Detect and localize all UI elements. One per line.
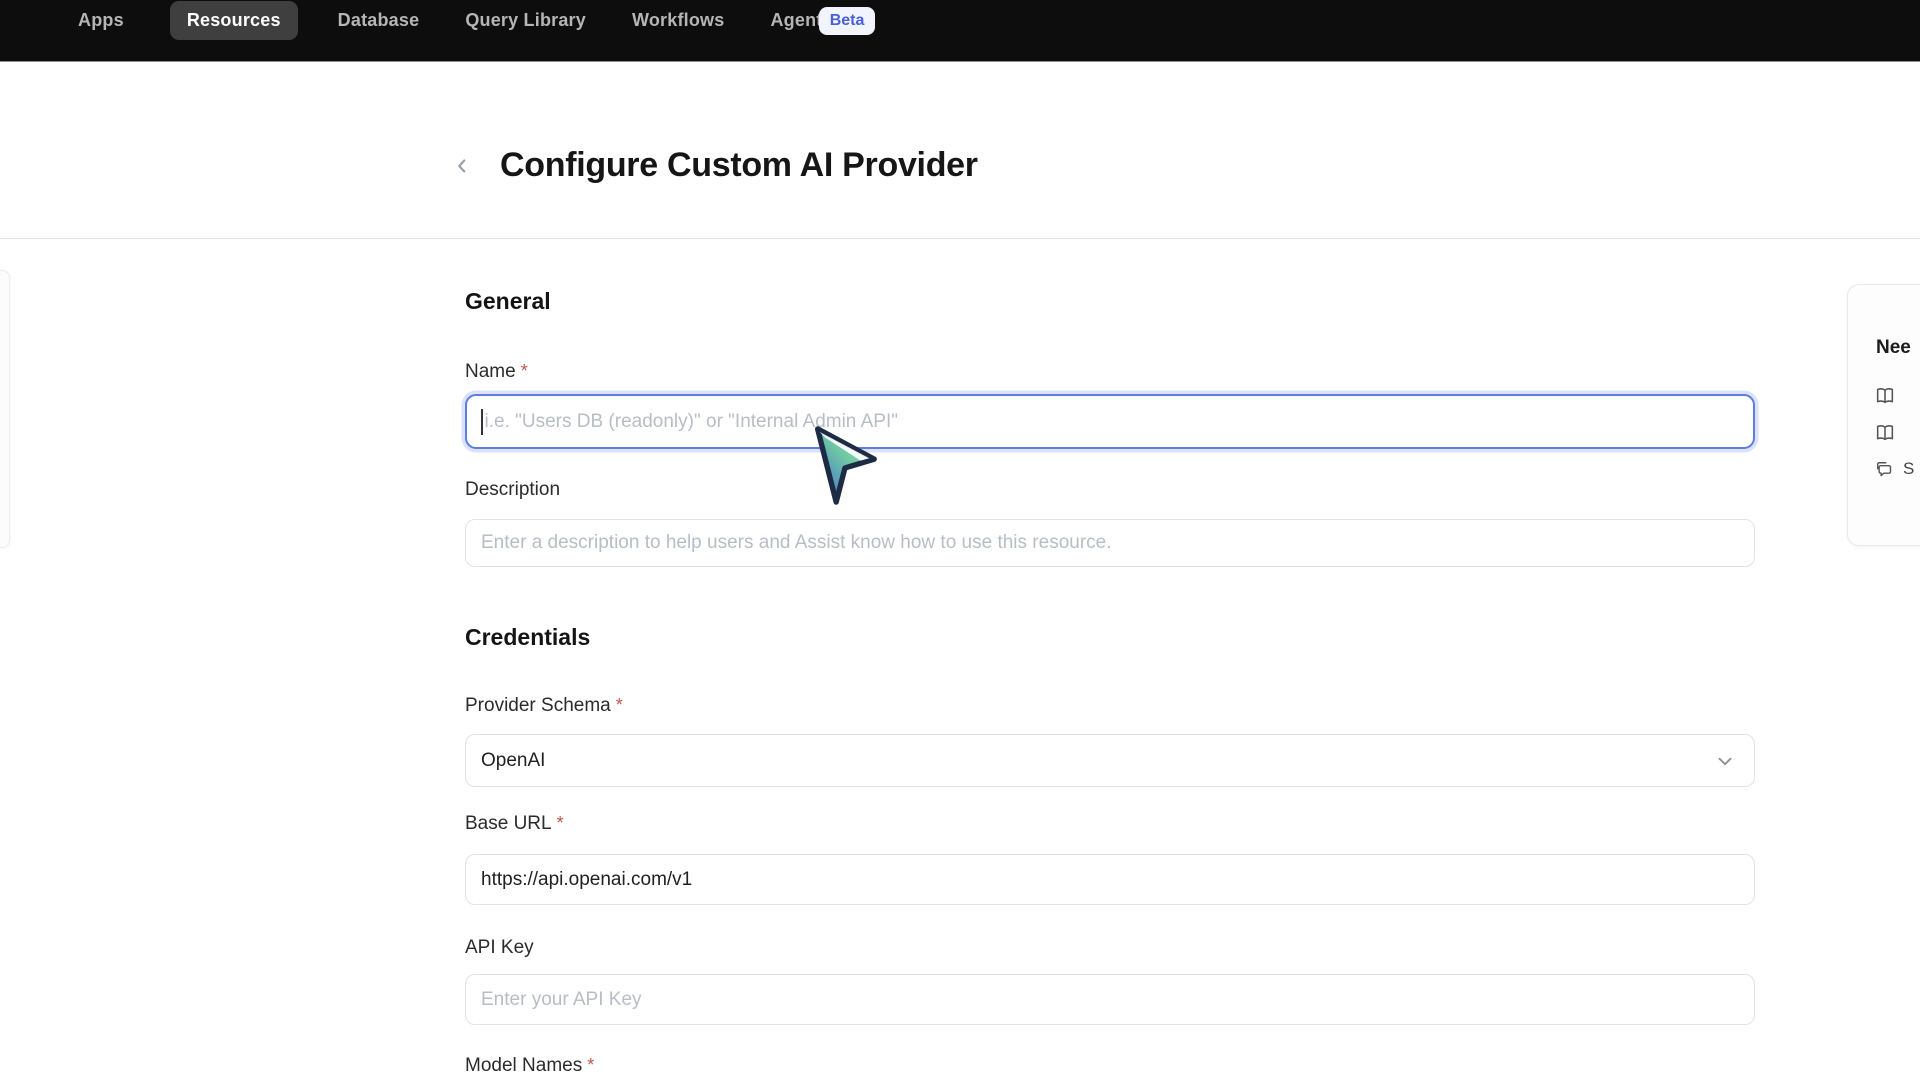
book-icon [1874, 385, 1896, 407]
text-caret [481, 409, 483, 435]
api-key-input[interactable]: Enter your API Key [465, 974, 1755, 1025]
required-asterisk: * [587, 1055, 594, 1075]
help-link-docs-1[interactable] [1874, 385, 1896, 407]
left-panel-edge [0, 270, 10, 548]
model-names-field-label: Model Names* [465, 1055, 594, 1077]
help-panel: Nee [1847, 284, 1920, 546]
chat-icon [1874, 459, 1894, 479]
base-url-field-label: Base URL* [465, 813, 564, 835]
beta-badge: Beta [819, 7, 876, 35]
nav-tab-database[interactable]: Database [338, 10, 420, 31]
model-names-label-text: Model Names [465, 1055, 582, 1076]
section-heading-general: General [465, 288, 551, 315]
resource-config-page: Apps Resources Database Query Library Wo… [0, 0, 1920, 1080]
page-title: Configure Custom AI Provider [500, 146, 978, 185]
provider-schema-value: OpenAI [481, 750, 545, 772]
nav-tab-query-library[interactable]: Query Library [465, 10, 586, 31]
help-link-support[interactable]: S [1874, 459, 1914, 479]
chevron-left-icon [451, 155, 473, 177]
base-url-value: https://api.openai.com/v1 [481, 869, 692, 891]
description-input[interactable]: Enter a description to help users and As… [465, 519, 1755, 567]
nav-tab-workflows[interactable]: Workflows [632, 10, 724, 31]
name-label-text: Name [465, 361, 516, 382]
base-url-input[interactable]: https://api.openai.com/v1 [465, 854, 1755, 905]
provider-schema-select[interactable]: OpenAI [465, 734, 1755, 787]
api-key-field-label: API Key [465, 937, 534, 959]
description-placeholder: Enter a description to help users and As… [481, 532, 1112, 554]
help-link-label: S [1903, 459, 1914, 479]
description-field-label: Description [465, 479, 560, 501]
provider-schema-field-label: Provider Schema* [465, 695, 623, 717]
name-input[interactable]: i.e. "Users DB (readonly)" or "Internal … [465, 394, 1755, 449]
name-field-label: Name* [465, 361, 528, 383]
header-divider [0, 238, 1920, 239]
base-url-label-text: Base URL [465, 813, 552, 834]
top-navigation-bar: Apps Resources Database Query Library Wo… [0, 0, 1920, 62]
name-placeholder: i.e. "Users DB (readonly)" or "Internal … [485, 411, 898, 433]
help-panel-title: Nee [1876, 337, 1911, 359]
nav-tab-resources[interactable]: Resources [170, 1, 298, 40]
required-asterisk: * [557, 813, 564, 833]
book-icon [1874, 422, 1896, 444]
chevron-down-icon [1714, 750, 1736, 772]
api-key-placeholder: Enter your API Key [481, 989, 642, 1011]
nav-tab-apps[interactable]: Apps [78, 10, 124, 31]
required-asterisk: * [521, 361, 528, 381]
section-heading-credentials: Credentials [465, 624, 590, 651]
back-button[interactable] [446, 150, 478, 182]
required-asterisk: * [616, 695, 623, 715]
help-link-docs-2[interactable] [1874, 422, 1896, 444]
provider-schema-label-text: Provider Schema [465, 695, 611, 716]
